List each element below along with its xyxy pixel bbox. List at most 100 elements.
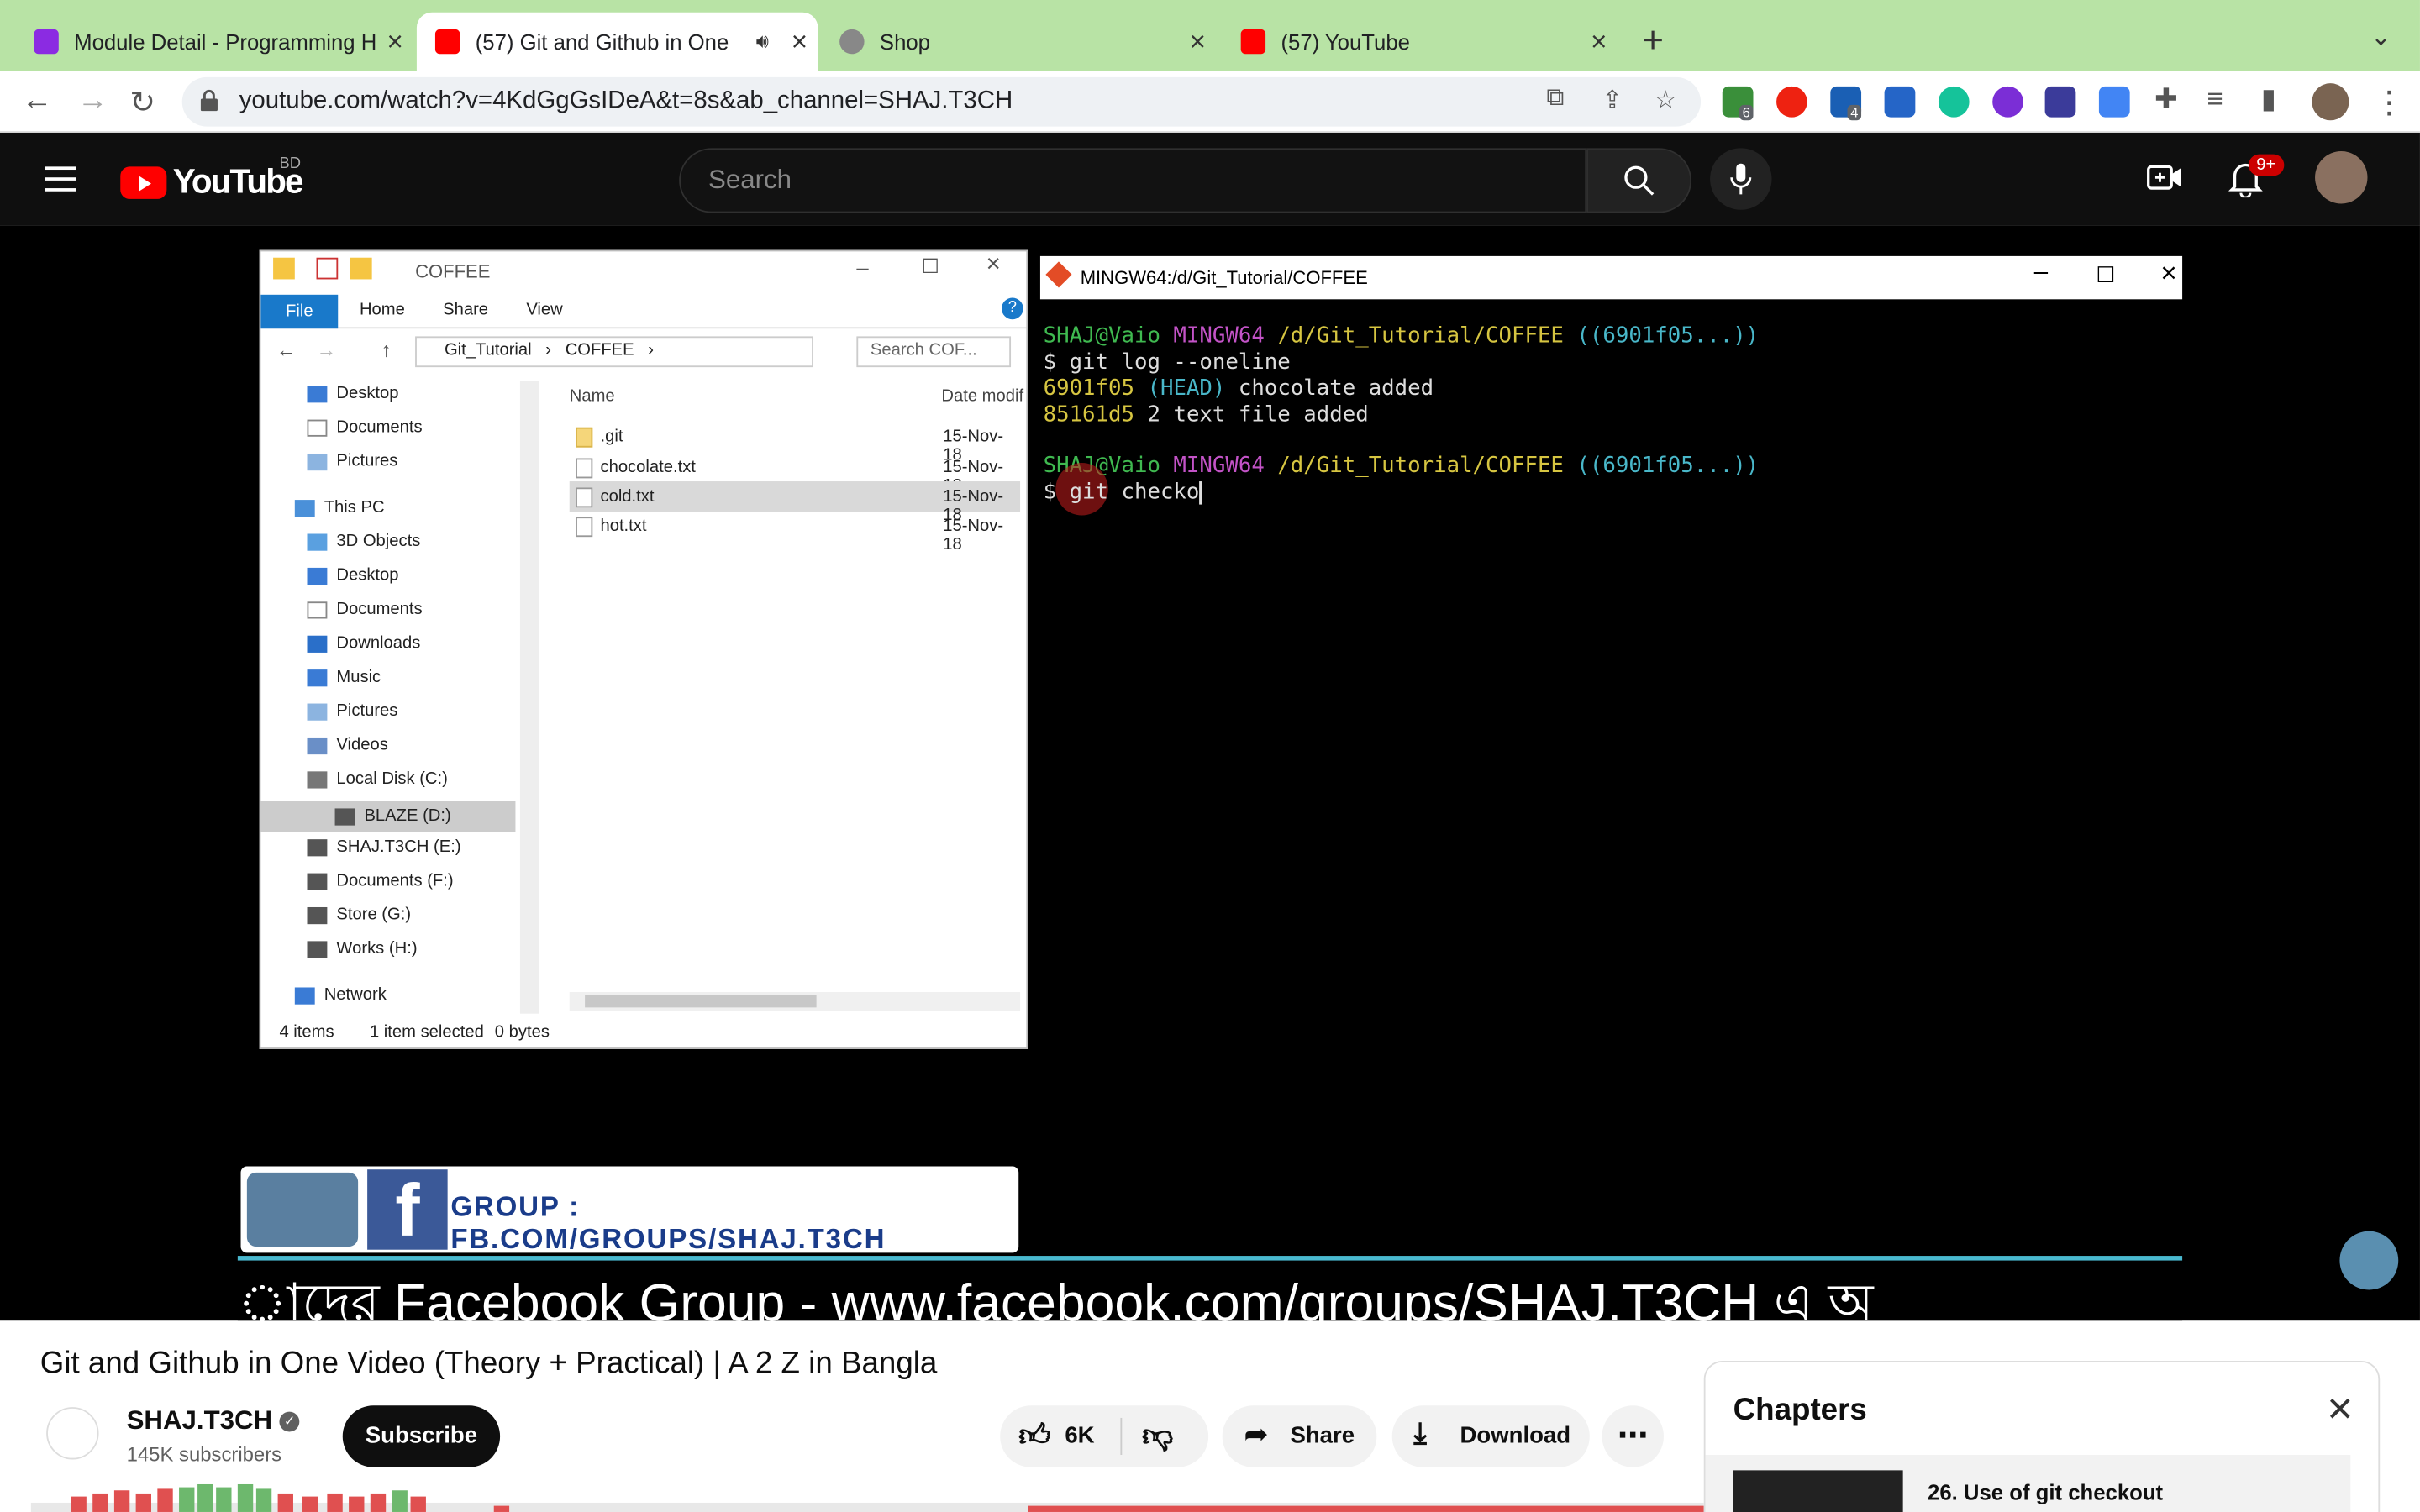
breadcrumb-item[interactable]: COFFEE <box>566 341 634 360</box>
nav-item[interactable]: 3D Objects <box>307 533 420 551</box>
close-icon[interactable]: × <box>2160 258 2176 291</box>
subscriber-count: 145K subscribers <box>126 1442 282 1466</box>
close-icon[interactable]: ✕ <box>2326 1390 2354 1431</box>
nav-item[interactable]: Downloads <box>307 634 420 653</box>
reload-icon[interactable]: ↻ <box>129 83 155 122</box>
nav-item[interactable]: Pictures <box>307 452 397 470</box>
maximize-icon[interactable]: ☐ <box>2096 262 2115 288</box>
ribbon-tab-file[interactable]: File <box>260 294 339 329</box>
share-icon[interactable]: ⇪ <box>1602 85 1623 116</box>
list-item[interactable]: chocolate.txt15-Nov-18 <box>570 452 1020 496</box>
breadcrumb[interactable]: Git_Tutorial › COFFEE › <box>415 336 813 368</box>
video-player[interactable]: COFFEE – ☐ × File Home Share View ? ← → … <box>0 225 2420 1333</box>
tab-module-detail[interactable]: Module Detail - Programming H × <box>0 13 413 71</box>
nav-item[interactable]: Documents <box>307 600 423 619</box>
share-button[interactable]: ➦ Share <box>1222 1405 1377 1467</box>
minimize-icon[interactable]: – <box>2034 260 2048 287</box>
music-icon <box>307 669 328 686</box>
forward-icon[interactable]: → <box>317 338 337 361</box>
close-icon[interactable]: × <box>986 251 1001 279</box>
scrollbar-thumb[interactable] <box>585 995 817 1008</box>
thumbs-down-icon[interactable]: 👎︎ <box>1142 1418 1173 1455</box>
like-count[interactable]: 6K <box>1065 1422 1094 1448</box>
back-icon[interactable]: ← <box>22 83 53 118</box>
voice-search-button[interactable] <box>1710 148 1772 210</box>
close-tab-icon[interactable]: × <box>376 25 413 58</box>
command-line[interactable]: $ git checko <box>1044 480 1203 505</box>
url-text[interactable]: youtube.com/watch?v=4KdGgGsIDeA&t=8s&ab_… <box>239 88 1013 116</box>
list-item[interactable]: cold.txt 15-Nov-18 <box>569 481 1021 524</box>
ribbon-tab-home[interactable]: Home <box>360 301 405 319</box>
maximize-icon[interactable]: ☐ <box>922 255 939 279</box>
chevron-down-icon[interactable]: ⌄ <box>2370 22 2391 53</box>
nav-item[interactable]: Works (H:) <box>307 940 418 958</box>
extension-translate-icon[interactable] <box>2098 86 2130 118</box>
open-in-app-icon[interactable]: ⧉ <box>1546 85 1564 113</box>
nav-item[interactable]: Music <box>307 668 381 686</box>
tab-youtube[interactable]: (57) YouTube × <box>1223 13 1618 71</box>
extension-image-icon[interactable] <box>2044 86 2076 118</box>
minimize-icon[interactable]: – <box>856 255 868 279</box>
menu-icon[interactable] <box>45 166 76 192</box>
nav-item[interactable]: BLAZE (D:) <box>260 801 516 832</box>
column-name[interactable]: Name <box>570 387 615 406</box>
side-panel-icon[interactable]: ▮ <box>2261 83 2276 116</box>
extensions-puzzle-icon[interactable]: ✚ <box>2154 83 2178 116</box>
nav-item[interactable]: Pictures <box>307 702 397 721</box>
nav-item[interactable]: This PC <box>294 498 385 517</box>
nav-item[interactable]: SHAJ.T3CH (E:) <box>307 837 461 856</box>
back-icon[interactable]: ← <box>276 338 297 361</box>
search-input[interactable]: Search <box>679 148 1587 213</box>
address-bar[interactable]: youtube.com/watch?v=4KdGgGsIDeA&t=8s&ab_… <box>182 76 1702 127</box>
ribbon-tab-view[interactable]: View <box>526 301 562 319</box>
scrollbar[interactable] <box>519 381 539 1014</box>
close-tab-icon[interactable]: × <box>781 25 818 58</box>
forward-icon[interactable]: → <box>77 83 108 118</box>
search-input[interactable]: Search COF... <box>856 336 1012 368</box>
up-icon[interactable]: ↑ <box>381 338 392 361</box>
extension-grammarly-icon[interactable] <box>1938 86 1970 118</box>
most-replayed-heatmap[interactable] <box>30 1483 1704 1512</box>
list-item[interactable]: hot.txt 15-Nov-18 <box>570 511 1020 554</box>
list-item[interactable]: .git 15-Nov-18 <box>570 421 1020 465</box>
profile-avatar[interactable] <box>2312 83 2349 121</box>
close-tab-icon[interactable]: × <box>1179 25 1216 58</box>
nav-item[interactable]: Network <box>294 986 387 1005</box>
tab-shop[interactable]: Shop × <box>821 13 1216 71</box>
channel-watermark[interactable] <box>2339 1231 2399 1290</box>
create-video-icon[interactable] <box>2147 160 2184 194</box>
horizontal-scrollbar[interactable] <box>569 991 1021 1011</box>
chapter-title[interactable]: 26. Use of git checkout <box>1928 1479 2163 1504</box>
nav-item[interactable]: Store (G:) <box>307 906 411 924</box>
bookmark-star-icon[interactable]: ☆ <box>1655 85 1676 116</box>
help-icon[interactable]: ? <box>1002 297 1023 320</box>
tab-git-github[interactable]: (57) Git and Github in One 🔊︎ × <box>416 12 818 71</box>
nav-item[interactable]: Desktop <box>307 566 399 585</box>
kebab-menu-icon[interactable]: ⋮ <box>2374 83 2405 122</box>
speaker-icon[interactable]: 🔊︎ <box>744 29 781 54</box>
channel-name[interactable]: SHAJ.T3CH ✓ <box>127 1405 300 1436</box>
chapter-thumbnail[interactable] <box>1733 1470 1903 1512</box>
search-button[interactable] <box>1586 148 1692 213</box>
nav-item[interactable]: Documents (F:) <box>307 872 454 890</box>
column-date[interactable]: Date modif <box>941 387 1023 406</box>
close-tab-icon[interactable]: × <box>1581 25 1618 58</box>
subscribe-button[interactable]: Subscribe <box>342 1405 501 1467</box>
nav-item[interactable]: Desktop <box>307 384 399 402</box>
media-controls-icon[interactable]: ≡ <box>2207 83 2223 116</box>
channel-avatar[interactable] <box>46 1407 99 1460</box>
nav-item[interactable]: Local Disk (C:) <box>307 770 448 789</box>
youtube-logo[interactable]: YouTube BD <box>120 156 304 202</box>
avatar[interactable] <box>2315 150 2368 204</box>
new-tab-icon[interactable]: + <box>1642 20 1664 63</box>
nav-item[interactable]: Documents <box>307 418 423 437</box>
extension-wordtune-icon[interactable] <box>1992 86 2023 118</box>
breadcrumb-item[interactable]: Git_Tutorial <box>445 341 532 360</box>
ribbon-tab-share[interactable]: Share <box>443 301 488 319</box>
extension-chart-icon[interactable] <box>1884 86 1916 118</box>
thumbs-up-icon[interactable]: 👍︎ <box>1018 1418 1050 1455</box>
download-button[interactable]: ⤓ Download <box>1392 1405 1590 1467</box>
extension-adblock-icon[interactable] <box>1776 86 1807 118</box>
more-actions-button[interactable]: ⋯ <box>1602 1405 1664 1467</box>
nav-item[interactable]: Videos <box>307 736 388 754</box>
